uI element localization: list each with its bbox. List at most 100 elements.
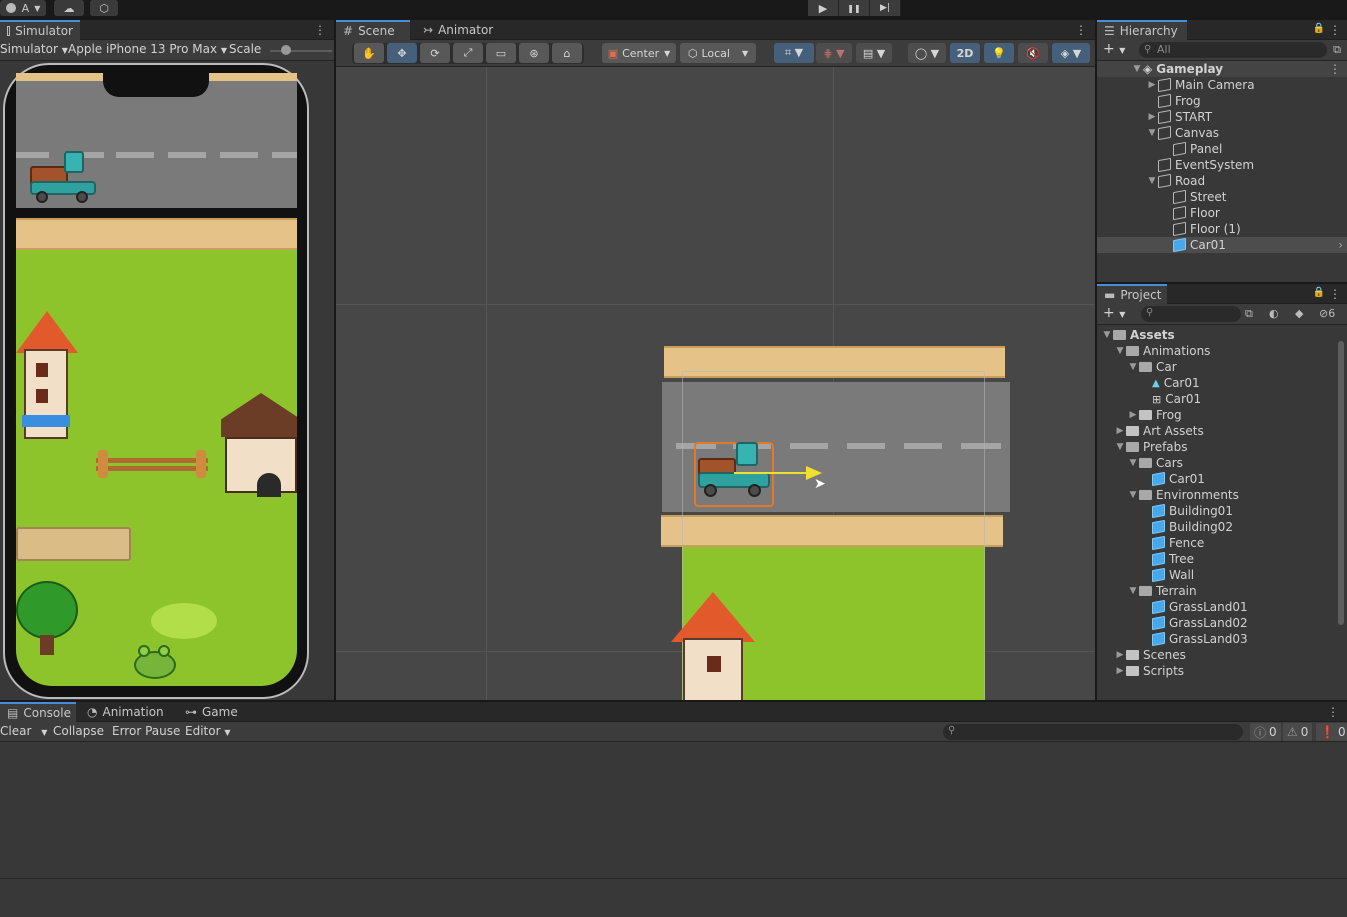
hierarchy-item[interactable]: ▼ Canvas <box>1097 125 1347 141</box>
expand-arrow-down-icon[interactable]: ▼ <box>1131 64 1143 74</box>
expand-arrow-down-icon[interactable]: ▼ <box>1146 176 1158 186</box>
hierarchy-item[interactable]: ▼ Road <box>1097 173 1347 189</box>
hierarchy-item[interactable]: Car01 › <box>1097 237 1347 253</box>
lighting-toggle[interactable]: 💡 <box>984 43 1014 63</box>
project-item[interactable]: ▼ Car <box>1097 359 1337 375</box>
filter-by-label-icon[interactable]: ◆ <box>1295 307 1303 320</box>
project-search-input[interactable]: ⚲ <box>1141 306 1241 322</box>
expand-arrow-down-icon[interactable]: ▼ <box>1146 128 1158 138</box>
project-item[interactable]: Wall <box>1097 567 1337 583</box>
error-count-toggle[interactable]: ❗ 0 <box>1316 723 1347 741</box>
hierarchy-item[interactable]: ▶ Main Camera <box>1097 77 1347 93</box>
tab-animator[interactable]: ↣ Animator <box>416 20 496 40</box>
project-item[interactable]: GrassLand03 <box>1097 631 1337 647</box>
draw-mode-dropdown[interactable]: ◯ ▼ <box>908 43 946 63</box>
chevron-right-icon[interactable]: › <box>1338 238 1343 252</box>
expand-arrow-down-icon[interactable]: ▼ <box>1114 442 1126 452</box>
account-dropdown[interactable]: A ▼ <box>0 0 46 16</box>
expand-arrow-right-icon[interactable]: ▶ <box>1114 666 1126 676</box>
scene-view[interactable]: ➤ <box>336 67 1095 700</box>
project-scrollbar[interactable] <box>1337 329 1345 679</box>
log-count-toggle[interactable]: ⓘ 0 <box>1250 723 1281 741</box>
more-options-icon[interactable]: ⋮ <box>1327 705 1339 719</box>
pause-button[interactable]: ❚❚ <box>839 0 870 16</box>
hidden-packages-icon[interactable]: ⊘6 <box>1319 307 1335 320</box>
project-item[interactable]: Fence <box>1097 535 1337 551</box>
snap-increment-toggle[interactable]: ⋕ ▼ <box>816 43 852 63</box>
tab-simulator[interactable]: Simulator <box>0 20 80 40</box>
project-item[interactable]: ▶ Scripts <box>1097 663 1337 679</box>
more-options-icon[interactable]: ⋮ <box>1329 23 1341 37</box>
project-item[interactable]: ▼ Animations <box>1097 343 1337 359</box>
project-item[interactable]: ▶ Frog <box>1097 407 1337 423</box>
tab-scene[interactable]: # Scene <box>336 20 410 40</box>
expand-arrow-down-icon[interactable]: ▼ <box>1127 362 1139 372</box>
simulator-scrollbar[interactable] <box>322 61 330 700</box>
expand-arrow-down-icon[interactable]: ▼ <box>1127 586 1139 596</box>
project-item[interactable]: Building01 <box>1097 503 1337 519</box>
audio-toggle[interactable]: 🔇 <box>1018 43 1048 63</box>
tab-game[interactable]: ⊶ Game <box>178 702 248 722</box>
hierarchy-item[interactable]: ▼ ◈ Gameplay ⋮ <box>1097 61 1347 77</box>
cloud-button[interactable]: ☁ <box>54 0 84 16</box>
expand-arrow-down-icon[interactable]: ▼ <box>1114 346 1126 356</box>
project-item[interactable]: Building02 <box>1097 519 1337 535</box>
more-options-icon[interactable]: ⋮ <box>314 23 326 37</box>
device-dropdown[interactable]: Apple iPhone 13 Pro Max ▼ <box>68 42 227 56</box>
scale-tool[interactable]: ⤢ <box>453 43 483 63</box>
more-options-icon[interactable]: ⋮ <box>1329 62 1341 76</box>
play-button[interactable]: ▶ <box>808 0 839 16</box>
hierarchy-item[interactable]: ▶ START <box>1097 109 1347 125</box>
pivot-dropdown[interactable]: ▣ Center ▼ <box>602 43 676 63</box>
move-gizmo-x-axis[interactable] <box>734 472 816 474</box>
2d-mode-toggle[interactable]: 2D <box>950 43 980 63</box>
expand-arrow-right-icon[interactable]: ▶ <box>1146 112 1158 122</box>
tab-hierarchy[interactable]: ☰ Hierarchy <box>1097 20 1187 40</box>
hand-tool[interactable]: ✋ <box>354 43 384 63</box>
console-search-input[interactable]: ⚲ <box>943 724 1243 740</box>
custom-tool[interactable]: ⌂ <box>552 43 582 63</box>
lock-icon[interactable]: 🔒 <box>1313 287 1325 298</box>
expand-arrow-right-icon[interactable]: ▶ <box>1146 80 1158 90</box>
move-tool[interactable]: ✥ <box>387 43 417 63</box>
scale-slider-handle[interactable] <box>281 45 291 55</box>
rotate-tool[interactable]: ⟳ <box>420 43 450 63</box>
step-button[interactable]: ▶| <box>870 0 901 16</box>
project-item[interactable]: ▼ Cars <box>1097 455 1337 471</box>
collapse-toggle[interactable]: Collapse <box>53 724 104 738</box>
project-item[interactable]: Car01 <box>1097 471 1337 487</box>
grid-snap-toggle[interactable]: ⌗ ▼ <box>774 43 814 63</box>
tab-animation[interactable]: ◔ Animation <box>80 702 170 722</box>
expand-arrow-down-icon[interactable]: ▼ <box>1127 458 1139 468</box>
project-item[interactable]: ▲ Car01 <box>1097 375 1337 391</box>
tab-console[interactable]: ▤ Console <box>0 702 76 722</box>
expand-arrow-down-icon[interactable]: ▼ <box>1101 330 1113 340</box>
project-item[interactable]: ▼ Terrain <box>1097 583 1337 599</box>
effects-dropdown[interactable]: ◈ ▼ <box>1052 43 1090 63</box>
space-dropdown[interactable]: ⬡ Local ▼ <box>680 43 756 63</box>
project-item[interactable]: ⊞ Car01 <box>1097 391 1337 407</box>
hierarchy-item[interactable]: Floor <box>1097 205 1347 221</box>
project-item[interactable]: ▼ Environments <box>1097 487 1337 503</box>
warning-count-toggle[interactable]: ⚠ 0 <box>1283 723 1313 741</box>
rect-tool[interactable]: ▭ <box>486 43 516 63</box>
search-mode-icon[interactable]: ⧉ <box>1333 43 1341 57</box>
create-dropdown[interactable]: + ▼ <box>1103 305 1125 321</box>
tab-project[interactable]: ▬ Project <box>1097 284 1167 304</box>
project-item[interactable]: ▼ Prefabs <box>1097 439 1337 455</box>
more-options-icon[interactable]: ⋮ <box>1329 287 1341 301</box>
hierarchy-search-input[interactable]: ⚲ All <box>1139 42 1327 58</box>
hierarchy-item[interactable]: Street <box>1097 189 1347 205</box>
expand-arrow-down-icon[interactable]: ▼ <box>1127 490 1139 500</box>
simulator-mode-dropdown[interactable]: Simulator ▼ <box>0 42 68 56</box>
editor-dropdown[interactable]: Editor ▼ <box>185 724 231 738</box>
error-pause-toggle[interactable]: Error Pause <box>112 724 180 738</box>
expand-arrow-right-icon[interactable]: ▶ <box>1114 426 1126 436</box>
project-item[interactable]: GrassLand01 <box>1097 599 1337 615</box>
expand-arrow-right-icon[interactable]: ▶ <box>1114 650 1126 660</box>
hierarchy-item[interactable]: Frog <box>1097 93 1347 109</box>
clear-dropdown[interactable]: Clear ▼ <box>0 724 47 738</box>
project-item[interactable]: GrassLand02 <box>1097 615 1337 631</box>
search-by-type-icon[interactable]: ⧉ <box>1245 307 1253 321</box>
scale-slider[interactable] <box>270 50 332 52</box>
